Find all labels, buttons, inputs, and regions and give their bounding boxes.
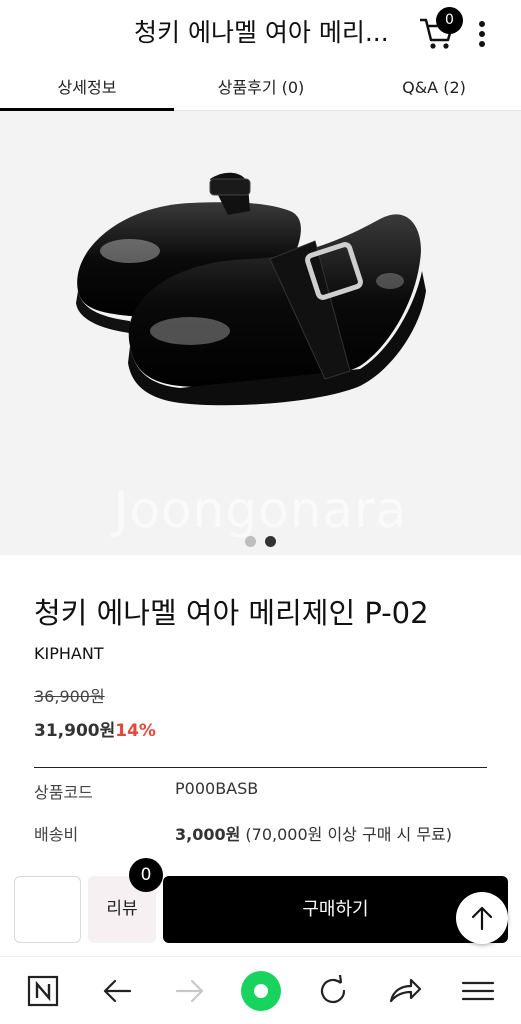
tab-reviews[interactable]: 상품후기 (0) <box>174 66 348 111</box>
review-count-badge: 0 <box>129 858 163 892</box>
tab-qna[interactable]: Q&A (2) <box>347 66 521 111</box>
product-name: 청키 에나멜 여아 메리제인 P-02 <box>34 596 429 630</box>
divider <box>34 767 487 768</box>
forward-arrow-icon[interactable] <box>171 975 207 1007</box>
product-image-gallery[interactable]: Joongonara <box>0 111 521 555</box>
wishlist-button[interactable] <box>14 876 81 943</box>
sale-price-line: 31,900원14% <box>34 716 156 741</box>
menu-icon[interactable] <box>460 975 496 1007</box>
more-vertical-icon[interactable] <box>468 18 496 50</box>
tab-detail[interactable]: 상세정보 <box>0 66 174 111</box>
original-price: 36,900원 <box>34 687 105 706</box>
discount-rate: 14% <box>115 721 156 741</box>
shipping-fee-value: 3,000원 (70,000원 이상 구매 시 무료) <box>175 821 452 845</box>
shipping-fee-amount: 3,000원 <box>175 825 241 844</box>
shipping-fee-label: 배송비 <box>34 825 79 844</box>
pagination-dot[interactable] <box>245 536 256 547</box>
product-code-label: 상품코드 <box>34 783 93 802</box>
cart-count-badge: 0 <box>436 7 463 34</box>
naver-home-icon[interactable] <box>26 975 62 1007</box>
product-brand[interactable]: KIPHANT <box>34 644 104 663</box>
green-dot-icon[interactable] <box>240 970 282 1012</box>
product-code-value: P000BASB <box>175 779 259 798</box>
detail-tabs: 상세정보 상품후기 (0) Q&A (2) <box>0 66 521 111</box>
watermark: Joongonara <box>113 481 408 539</box>
back-arrow-icon[interactable] <box>100 975 136 1007</box>
gallery-pagination <box>245 532 285 551</box>
shipping-fee-condition: (70,000원 이상 구매 시 무료) <box>240 825 453 844</box>
arrow-up-icon <box>471 906 493 931</box>
page-title: 청키 에나멜 여아 메리... <box>134 18 389 47</box>
app-header: 청키 에나멜 여아 메리... 0 <box>0 0 521 66</box>
scroll-top-button[interactable] <box>456 892 508 944</box>
refresh-icon[interactable] <box>315 973 351 1007</box>
pagination-dot-active[interactable] <box>265 536 276 547</box>
share-icon[interactable] <box>387 975 423 1007</box>
product-image <box>76 172 426 406</box>
browser-toolbar <box>0 956 521 1024</box>
sale-price: 31,900원 <box>34 721 116 741</box>
